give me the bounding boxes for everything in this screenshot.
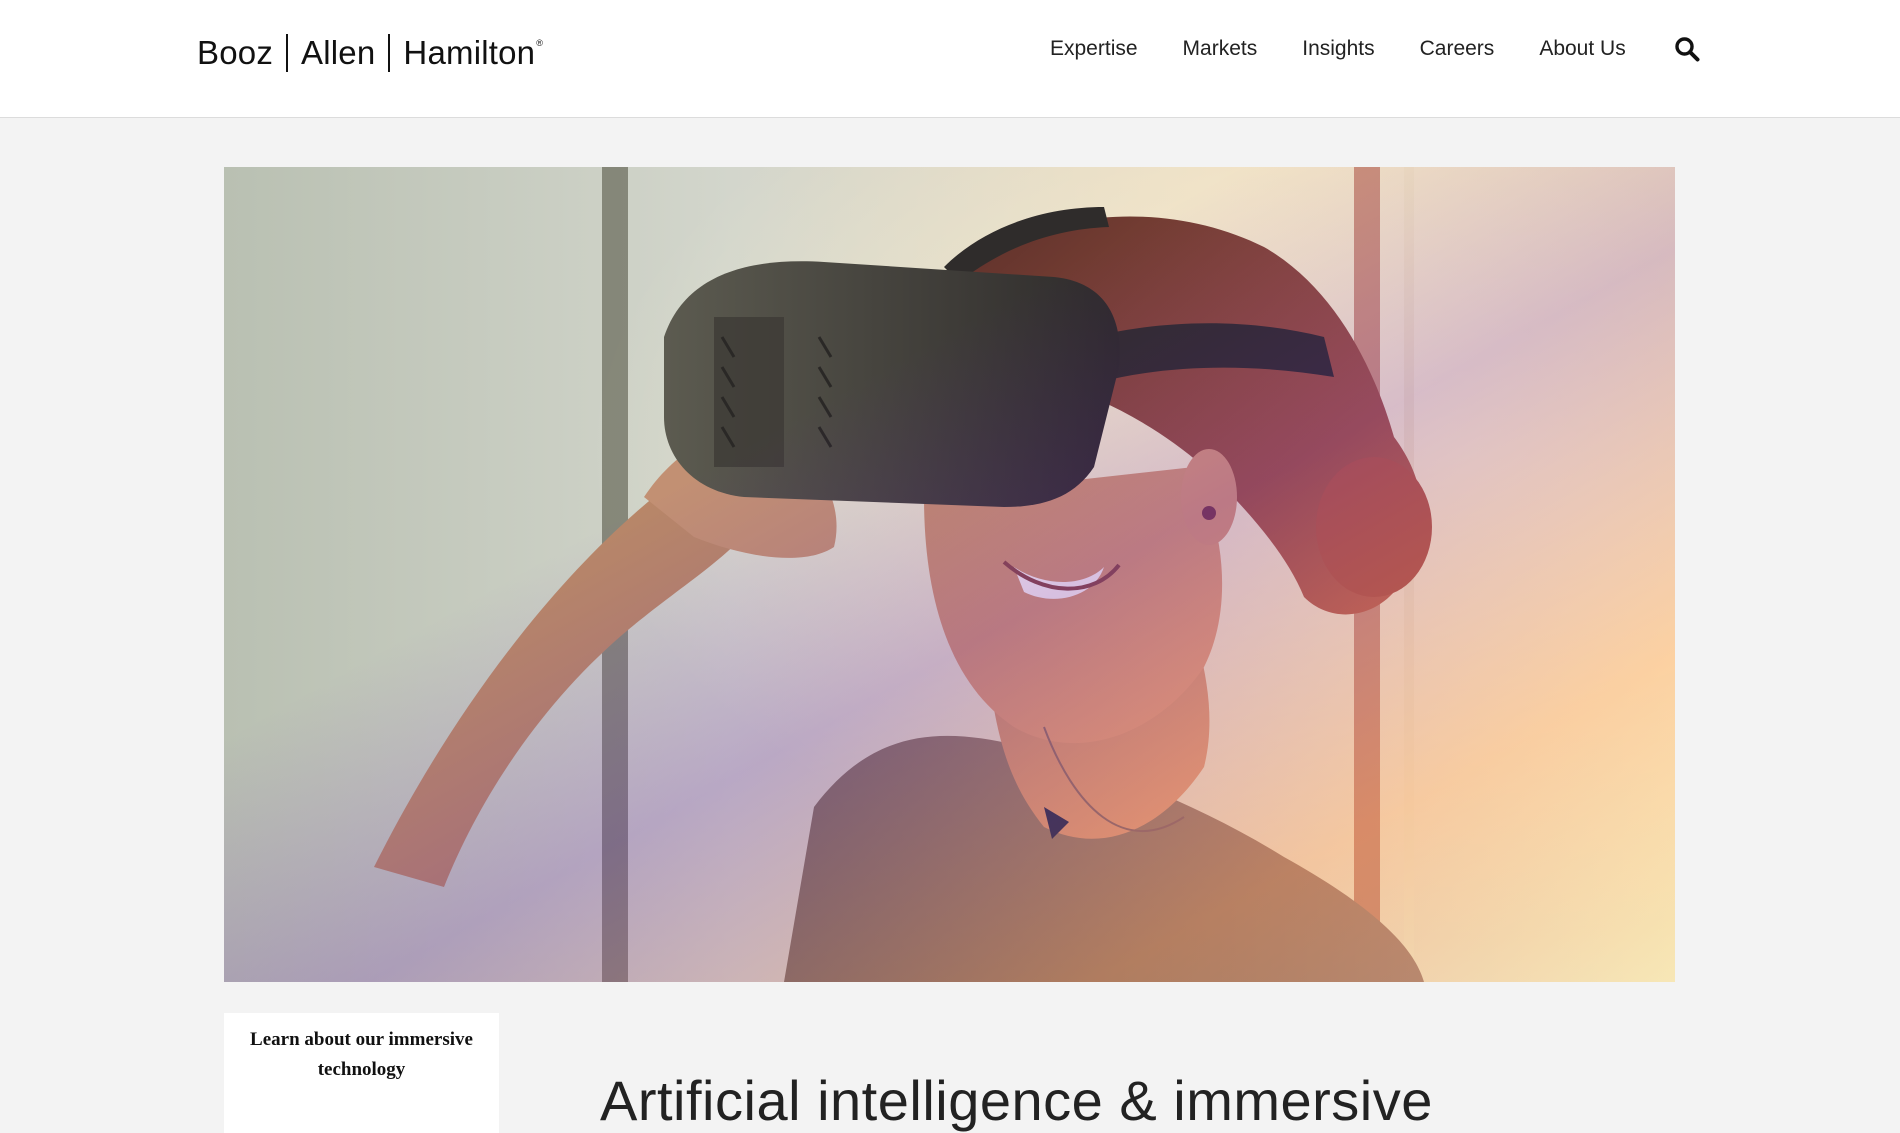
nav-item-careers[interactable]: Careers — [1420, 37, 1495, 61]
logo-word-hamilton: Hamilton — [403, 34, 536, 71]
page-headline: Artificial intelligence & immersive — [600, 1068, 1433, 1132]
nav-item-markets[interactable]: Markets — [1183, 37, 1258, 61]
nav-item-insights[interactable]: Insights — [1302, 37, 1374, 61]
main-nav: Expertise Markets Insights Careers About… — [1050, 36, 1700, 62]
hero-image — [224, 167, 1675, 982]
site-header: Booz Allen Hamilton ® Expertise Markets … — [0, 0, 1900, 118]
logo-divider — [286, 34, 289, 72]
vr-headset-photo — [224, 167, 1675, 982]
logo-word-booz: Booz — [197, 34, 274, 71]
registered-mark: ® — [536, 38, 544, 48]
search-icon[interactable] — [1674, 36, 1700, 62]
nav-item-expertise[interactable]: Expertise — [1050, 37, 1138, 61]
logo-word-allen: Allen — [301, 34, 376, 71]
learn-about-link[interactable]: Learn about our immersive technology — [250, 1029, 473, 1080]
learn-about-card[interactable]: Learn about our immersive technology — [224, 1013, 499, 1133]
booz-allen-hamilton-logo[interactable]: Booz Allen Hamilton ® — [197, 34, 543, 72]
logo-divider — [388, 34, 391, 72]
nav-item-about-us[interactable]: About Us — [1539, 37, 1625, 61]
